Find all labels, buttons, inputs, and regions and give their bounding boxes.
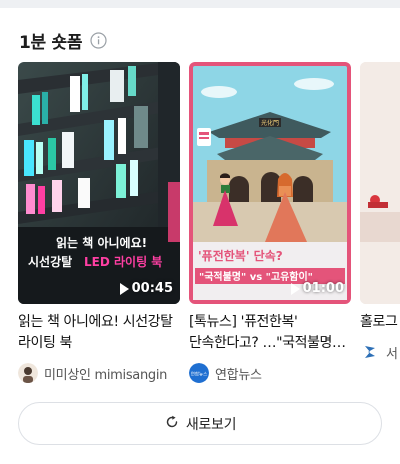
hanbok-illustration-image: 光化門 '퓨전한복' 단속? "국적불명" vs "고유함이"	[189, 62, 351, 304]
source-logo-icon	[360, 342, 380, 362]
section-title: 1분 숏폼	[19, 32, 83, 53]
avatar	[18, 363, 38, 383]
info-circle-icon[interactable]	[90, 31, 107, 49]
section-header: 1분 숏폼	[19, 28, 107, 53]
play-icon	[290, 282, 300, 295]
overlay-text-line2b: LED 라이팅 북	[84, 254, 162, 269]
card-title[interactable]: [톡뉴스] '퓨전한복' 단속한다고? …"국적불명" v…	[189, 312, 351, 354]
bookshelf-led-image: 읽는 책 아니에요! 시선강탈 LED 라이팅 북	[18, 62, 180, 304]
source-name: 미미상인 mimisangin	[44, 367, 168, 383]
refresh-button[interactable]: 새로보기	[18, 402, 382, 445]
source-name: 연합뉴스	[215, 367, 262, 383]
overlay-caption: '퓨전한복' 단속?	[198, 248, 283, 263]
overlay-text-line1: 읽는 책 아니에요!	[56, 235, 147, 250]
video-duration: 01:00	[290, 281, 344, 296]
shortform-card[interactable]: 읽는 책 아니에요! 시선강탈 LED 라이팅 북 00:45 읽는 책 아니에…	[18, 62, 180, 384]
source-name: 서	[386, 346, 398, 362]
hologram-photo-image	[360, 62, 400, 304]
shortform-card[interactable]: 光化門 '퓨전한복' 단속? "국적불명" vs "고유함이" 01:00 [톡…	[189, 62, 351, 384]
video-thumbnail[interactable]	[360, 62, 400, 304]
top-separator-bar	[0, 0, 400, 8]
card-source[interactable]: 연합뉴스 연합뉴스	[189, 362, 351, 384]
overlay-text-line2a: 시선강탈	[28, 254, 72, 269]
shortform-card[interactable]: 홀로그 사진 [ 서	[360, 62, 400, 363]
video-thumbnail[interactable]: 光化門 '퓨전한복' 단속? "국적불명" vs "고유함이" 01:00	[189, 62, 351, 304]
card-source[interactable]: 미미상인 mimisangin	[18, 362, 180, 384]
yonhap-logo-icon: 연합뉴스	[189, 363, 209, 383]
svg-text:연합뉴스: 연합뉴스	[191, 371, 208, 378]
palace-sign-text: 光化門	[261, 119, 279, 127]
duration-text: 01:00	[302, 281, 344, 296]
card-title[interactable]: 홀로그 사진 [	[360, 312, 400, 333]
duration-text: 00:45	[131, 281, 173, 296]
card-title[interactable]: 읽는 책 아니에요! 시선강탈 라이팅 북	[18, 312, 180, 354]
video-duration: 00:45	[119, 281, 173, 296]
card-source[interactable]: 서	[360, 341, 400, 363]
refresh-icon	[164, 414, 180, 434]
play-icon	[119, 282, 129, 295]
video-thumbnail[interactable]: 읽는 책 아니에요! 시선강탈 LED 라이팅 북 00:45	[18, 62, 180, 304]
refresh-button-label: 새로보기	[185, 416, 237, 433]
shortform-carousel[interactable]: 읽는 책 아니에요! 시선강탈 LED 라이팅 북 00:45 읽는 책 아니에…	[18, 62, 400, 392]
